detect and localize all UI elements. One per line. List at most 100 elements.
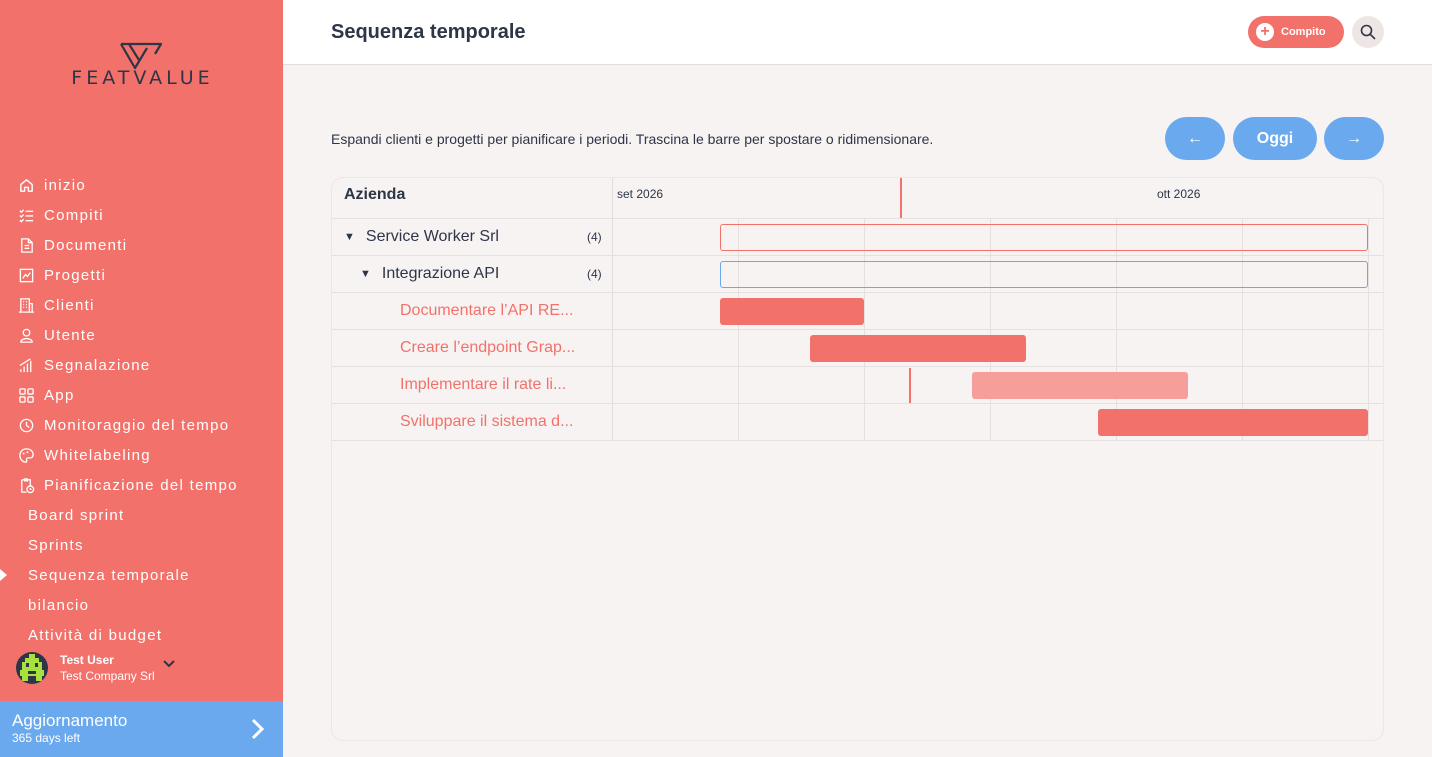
chart-icon [17,266,35,284]
bars-icon [17,356,35,374]
sidebar-item-label: Documenti [44,236,128,254]
sidebar-item-label: Segnalazione [44,356,151,374]
checklist-icon [17,206,35,224]
user-info: Test User Test Company Srl [60,653,155,683]
task-bar[interactable] [720,298,864,325]
sidebar-item-home[interactable]: inizio [0,170,283,200]
task-row: Sviluppare il sistema d... [332,404,1383,441]
search-icon [1360,24,1376,40]
add-task-button[interactable]: + Compito [1248,16,1344,48]
pixel-avatar-icon [20,654,44,681]
sidebar-item-time-planning[interactable]: Pianificazione del tempo [0,470,283,500]
sidebar-item-label: Compiti [44,206,104,224]
home-icon [17,176,35,194]
client-row: ▼ Service Worker Srl (4) [332,219,1383,256]
document-icon [17,236,35,254]
project-task-count: (4) [587,267,602,281]
gantt-header: Azienda set 2026 ott 2026 [332,178,1383,219]
task-bar[interactable] [972,372,1188,399]
task-row: Documentare l’API RE... [332,293,1383,330]
client-task-count: (4) [587,230,602,244]
sidebar-item-clients[interactable]: Clienti [0,290,283,320]
top-header: Sequenza temporale + Compito [283,0,1432,65]
search-button[interactable] [1352,16,1384,48]
gantt-chart: Azienda set 2026 ott 2026 ▼ Service Work… [331,177,1384,741]
avatar [16,652,48,684]
task-bar[interactable] [810,335,1026,362]
sidebar-subitem-label: bilancio [28,596,90,614]
task-name[interactable]: Documentare l’API RE... [400,293,600,329]
upgrade-title: Aggiornamento [12,711,128,730]
sidebar-item-projects[interactable]: Progetti [0,260,283,290]
sidebar-subitem-label: Sequenza temporale [28,566,190,584]
chevron-right-icon [250,718,266,745]
previous-period-button[interactable]: ← [1165,117,1225,160]
month-label: set 2026 [617,187,664,201]
user-icon [17,326,35,344]
sidebar-item-documents[interactable]: Documenti [0,230,283,260]
sidebar-item-label: Clienti [44,296,95,314]
sidebar-item-label: inizio [44,176,86,194]
timeline-description: Espandi clienti e progetti per pianifica… [331,131,934,147]
user-menu[interactable]: Test User Test Company Srl [16,652,175,684]
palette-icon [17,446,35,464]
task-name[interactable]: Sviluppare il sistema d... [400,404,600,440]
project-row: ▼ Integrazione API (4) [332,256,1383,293]
month-label: ott 2026 [1157,187,1201,201]
clipboard-clock-icon [17,476,35,494]
project-period-bar[interactable] [720,261,1368,288]
sidebar-subitem-board-sprint[interactable]: Board sprint [0,500,283,530]
task-row: Creare l’endpoint Grap... [332,330,1383,367]
sidebar-item-tasks[interactable]: Compiti [0,200,283,230]
add-task-label: Compito [1281,26,1326,38]
sidebar-item-whitelabeling[interactable]: Whitelabeling [0,440,283,470]
brand-logo[interactable]: FEATVALUE [55,40,230,90]
today-marker [900,178,902,218]
sidebar-subitem-balance[interactable]: bilancio [0,590,283,620]
next-period-button[interactable]: → [1324,117,1384,160]
user-name: Test User [60,653,114,667]
client-name: Service Worker Srl [365,228,499,245]
plus-icon: + [1256,23,1274,41]
sidebar-item-label: Pianificazione del tempo [44,476,238,494]
client-period-bar[interactable] [720,224,1368,251]
task-name[interactable]: Implementare il rate li... [400,367,600,403]
task-row: Implementare il rate li... [332,367,1383,404]
sidebar: FEATVALUE inizio Compiti Documenti Proge… [0,0,283,757]
sidebar-item-label: Progetti [44,266,107,284]
project-toggle[interactable]: ▼ Integrazione API [360,256,499,292]
today-button[interactable]: Oggi [1233,117,1317,160]
sidebar-item-label: Utente [44,326,96,344]
sidebar-item-reports[interactable]: Segnalazione [0,350,283,380]
sidebar-item-label: Whitelabeling [44,446,151,464]
user-company: Test Company Srl [60,669,155,683]
sidebar-subitem-label: Sprints [28,536,84,554]
column-title: Azienda [344,186,406,203]
timer-icon [17,416,35,434]
caret-down-icon: ▼ [360,268,371,280]
sidebar-item-time-tracking[interactable]: Monitoraggio del tempo [0,410,283,440]
page-title: Sequenza temporale [331,21,526,43]
sidebar-subitem-label: Attività di budget [28,626,163,644]
sidebar-subitem-budget-activities[interactable]: Attività di budget [0,620,283,650]
client-toggle[interactable]: ▼ Service Worker Srl [344,219,499,255]
sidebar-item-label: App [44,386,75,404]
sidebar-subitem-sprints[interactable]: Sprints [0,530,283,560]
brand-name: FEATVALUE [71,67,214,89]
apps-icon [17,386,35,404]
chevron-down-icon[interactable] [162,655,175,673]
sidebar-item-label: Monitoraggio del tempo [44,416,230,434]
logo-mark-icon [120,42,163,70]
sidebar-subitem-timeline[interactable]: Sequenza temporale [0,560,283,590]
drag-marker [909,368,911,403]
sidebar-item-apps[interactable]: App [0,380,283,410]
upgrade-days-left: 365 days left [12,731,81,745]
project-name: Integrazione API [381,265,500,282]
sidebar-nav: inizio Compiti Documenti Progetti Client… [0,170,283,650]
upgrade-banner[interactable]: Aggiornamento 365 days left [0,701,283,757]
sidebar-subitem-label: Board sprint [28,506,125,524]
sidebar-item-user[interactable]: Utente [0,320,283,350]
caret-down-icon: ▼ [344,231,355,243]
task-bar[interactable] [1098,409,1368,436]
task-name[interactable]: Creare l’endpoint Grap... [400,330,600,366]
